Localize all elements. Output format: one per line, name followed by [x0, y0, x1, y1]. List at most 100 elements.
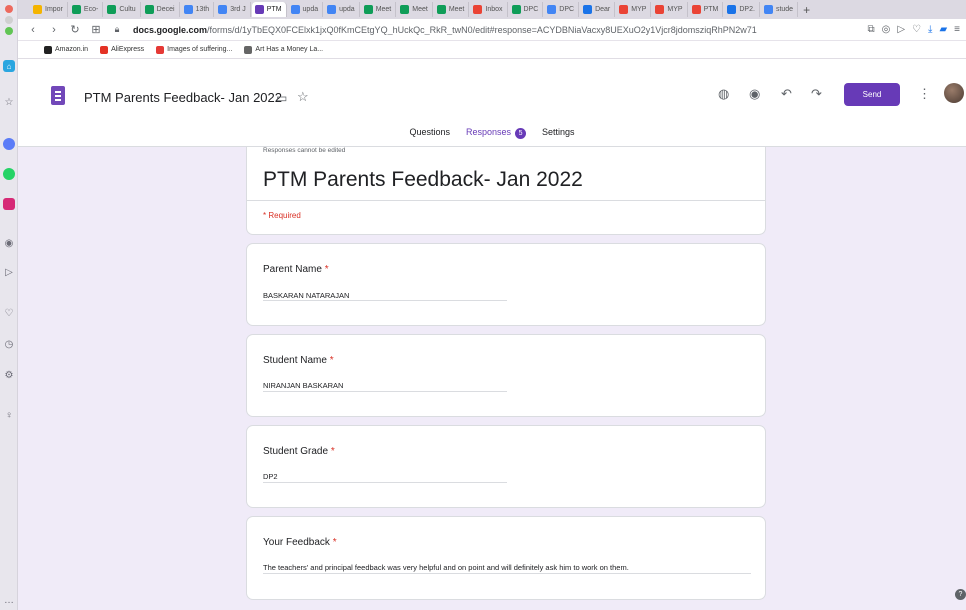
question-card-parent-name: Parent Name * BASKARAN NATARAJAN: [246, 243, 766, 326]
browser-tab[interactable]: Inbox: [470, 2, 508, 17]
bookmark-item[interactable]: AliExpress: [100, 45, 144, 54]
heart-icon[interactable]: ♡: [3, 307, 15, 319]
bookmark-item[interactable]: Images of suffering...: [156, 45, 233, 54]
browser-tab[interactable]: upda: [288, 2, 324, 17]
settings-icon[interactable]: ⚙: [3, 369, 15, 381]
tab-label: MYP: [667, 6, 683, 13]
redo-icon[interactable]: ↷: [811, 86, 822, 102]
required-mark: *: [329, 355, 334, 366]
browser-tab[interactable]: DPC: [544, 2, 580, 17]
browser-tab[interactable]: DPC: [509, 2, 544, 17]
tab-label: DPC: [559, 6, 575, 13]
reload-icon[interactable]: ↻: [70, 23, 80, 36]
bookmark-favicon-icon: [100, 45, 109, 54]
question-card-student-name: Student Name * NIRANJAN BASKARAN: [246, 334, 766, 417]
lightbulb-icon[interactable]: ♀: [3, 409, 15, 421]
tab-label: Cultu: [119, 6, 136, 13]
browser-tab[interactable]: 3rd J: [215, 2, 251, 17]
preview-eye-icon[interactable]: ◉: [749, 86, 760, 102]
lock-icon[interactable]: 🔒︎: [112, 24, 122, 35]
play-circle-icon[interactable]: ◉: [3, 237, 15, 249]
palette-icon[interactable]: ◍: [718, 86, 729, 102]
browser-tab[interactable]: MYP: [652, 2, 688, 17]
question-text: Your Feedback: [263, 537, 330, 548]
menu-icon[interactable]: ≡: [954, 24, 960, 35]
send-button[interactable]: Send: [844, 83, 900, 106]
tab-label: Meet: [412, 6, 428, 13]
tab-favicon-icon: [619, 5, 629, 14]
browser-tab[interactable]: Meet: [361, 2, 397, 17]
browser-tab[interactable]: PTM: [689, 2, 724, 17]
browser-tab[interactable]: upda: [324, 2, 360, 17]
camera-icon[interactable]: ◎: [882, 24, 891, 35]
answer-underline: [263, 482, 507, 483]
bookmark-item[interactable]: Art Has a Money La...: [244, 45, 324, 54]
whatsapp-icon[interactable]: [3, 168, 15, 180]
instagram-icon[interactable]: [3, 198, 15, 210]
help-icon[interactable]: ?: [955, 589, 966, 600]
bookmark-favicon-icon: [44, 45, 52, 54]
toggle-icon[interactable]: ▰: [939, 24, 947, 35]
share-icon[interactable]: ⧉: [867, 24, 874, 35]
undo-icon[interactable]: ↶: [781, 86, 792, 102]
browser-tab[interactable]: 13th: [181, 2, 215, 17]
tab-responses[interactable]: Responses 5: [457, 127, 535, 151]
clock-icon[interactable]: ◷: [3, 338, 15, 350]
more-vert-icon[interactable]: ⋮: [918, 86, 931, 102]
form-title[interactable]: PTM Parents Feedback- Jan 2022: [84, 90, 282, 105]
answer-text: DP2: [263, 472, 278, 481]
forms-header: PTM Parents Feedback- Jan 2022 ▭ ☆ ◍ ◉ ↶…: [18, 59, 966, 151]
browser-tab[interactable]: DP2.: [724, 2, 760, 17]
back-icon[interactable]: ‹: [28, 24, 38, 36]
browser-tab[interactable]: stude: [761, 2, 799, 17]
tab-favicon-icon: [144, 5, 154, 14]
form-tabs: Questions Responses 5 Settings: [18, 127, 966, 151]
more-icon[interactable]: …: [3, 594, 15, 606]
star-sidebar-icon[interactable]: ☆: [3, 96, 15, 108]
play-icon[interactable]: ▷: [897, 24, 905, 35]
address-bar-row: ‹ › ↻ ⊞ 🔒︎ docs.google.com/forms/d/1yTbE…: [18, 19, 966, 41]
browser-tab[interactable]: Meet: [434, 2, 470, 17]
forward-icon[interactable]: ›: [49, 24, 59, 36]
required-mark: *: [324, 264, 329, 275]
browser-tab[interactable]: Eco-: [69, 2, 104, 17]
avatar[interactable]: [944, 83, 964, 103]
bookmark-label: Art Has a Money La...: [255, 46, 324, 53]
answer-text: The teachers' and principal feedback was…: [263, 563, 629, 572]
tab-favicon-icon: [547, 5, 557, 14]
new-tab-icon[interactable]: +: [803, 3, 810, 17]
send-icon[interactable]: ▷: [3, 266, 15, 278]
browser-tab[interactable]: Impor: [30, 2, 68, 17]
tab-settings[interactable]: Settings: [534, 127, 583, 143]
answer-underline: [263, 391, 507, 392]
apps-grid-icon[interactable]: ⊞: [91, 23, 101, 36]
browser-tab[interactable]: PTM: [251, 2, 287, 17]
tab-favicon-icon: [473, 5, 483, 14]
browser-tab[interactable]: Decei: [142, 2, 180, 17]
question-label: Parent Name *: [263, 264, 329, 275]
url-field[interactable]: docs.google.com/forms/d/1yTbEQX0FCElxk1j…: [133, 25, 867, 35]
download-icon[interactable]: ⤓: [928, 24, 932, 35]
bookmark-label: Images of suffering...: [167, 46, 233, 53]
heart-nav-icon[interactable]: ♡: [912, 24, 921, 35]
question-label: Your Feedback *: [263, 537, 337, 548]
star-icon[interactable]: ☆: [297, 89, 309, 105]
browser-tab[interactable]: Meet: [397, 2, 433, 17]
browser-tab[interactable]: MYP: [616, 2, 652, 17]
tab-favicon-icon: [583, 5, 593, 14]
maximize-window-icon[interactable]: [3, 25, 15, 37]
bookmark-item[interactable]: Amazon.in: [44, 45, 88, 54]
bookmarks-bar: Amazon.in AliExpress Images of suffering..…: [18, 41, 966, 59]
browser-tab[interactable]: Cultu: [104, 2, 141, 17]
messenger-icon[interactable]: [3, 138, 15, 150]
tab-label: MYP: [631, 6, 647, 13]
tab-label: Inbox: [485, 6, 503, 13]
folder-icon[interactable]: ▭: [276, 91, 287, 105]
forms-logo-icon[interactable]: [51, 86, 65, 105]
home-icon[interactable]: ⌂: [3, 60, 15, 72]
browser-tab[interactable]: Dear: [580, 2, 616, 17]
tab-label: Decei: [156, 6, 175, 13]
browser-sidebar: ⌂ ☆ ◉ ▷ ♡ ◷ ⚙ ♀ …: [0, 0, 18, 610]
tab-questions[interactable]: Questions: [401, 127, 458, 143]
responses-count-badge: 5: [515, 128, 527, 139]
